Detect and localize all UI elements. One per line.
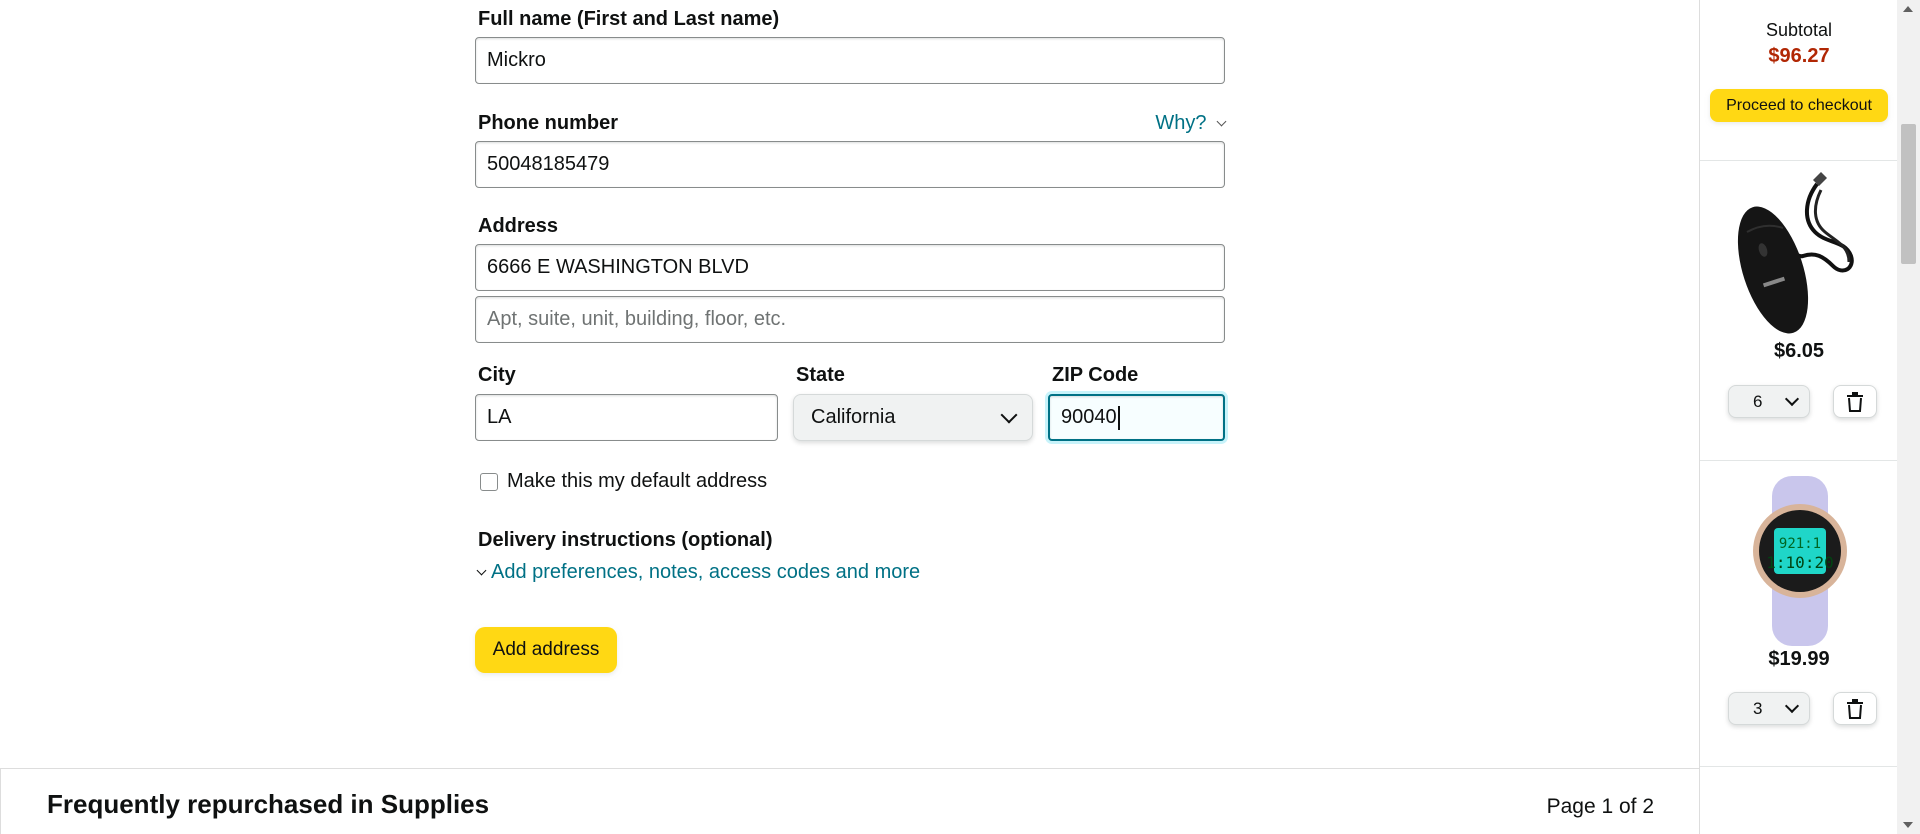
carousel-title: Frequently repurchased in Supplies [47, 789, 490, 819]
zip-label: ZIP Code [1052, 364, 1139, 386]
zip-value: 90040 [1061, 406, 1117, 428]
quantity-select[interactable]: 6 [1728, 385, 1810, 418]
trash-icon [1847, 698, 1863, 719]
city-input[interactable]: LA [475, 394, 778, 441]
repurchase-carousel: Frequently repurchased in Supplies Page … [0, 768, 1700, 834]
city-value: LA [487, 406, 512, 428]
watch-product-image[interactable]: 921:1 1:10:20 [1738, 476, 1862, 646]
divider [1700, 766, 1898, 767]
zip-input[interactable]: 90040 [1048, 394, 1225, 441]
chevron-down-icon [1216, 116, 1227, 127]
mouse-product-image[interactable] [1725, 170, 1875, 340]
item-price: $19.99 [1768, 648, 1830, 670]
delivery-link-text: Add preferences, notes, access codes and… [491, 561, 921, 583]
chevron-down-icon [1784, 391, 1800, 407]
full-name-value: Mickro [487, 49, 546, 71]
page-scrollbar[interactable] [1897, 0, 1920, 834]
text-caret [1117, 405, 1120, 430]
quantity-value: 6 [1753, 391, 1763, 411]
phone-label: Phone number [478, 112, 619, 134]
divider [1700, 460, 1898, 461]
item-price: $6.05 [1773, 340, 1825, 362]
address-line1-input[interactable]: 6666 E WASHINGTON BLVD [475, 244, 1225, 291]
city-label: City [478, 364, 516, 386]
default-address-checkbox[interactable] [480, 473, 498, 491]
subtotal-label: Subtotal [1765, 20, 1833, 40]
scroll-thumb[interactable] [1901, 124, 1916, 264]
why-link-text: Why? [1155, 112, 1207, 134]
trash-icon [1847, 391, 1863, 412]
quantity-value: 3 [1753, 698, 1763, 718]
add-address-label: Add address [492, 639, 600, 660]
state-value: California [811, 406, 896, 428]
delete-item-button[interactable] [1833, 692, 1877, 725]
svg-text:921:1: 921:1 [1779, 536, 1821, 552]
checkout-label: Proceed to checkout [1726, 96, 1872, 114]
proceed-to-checkout-button[interactable]: Proceed to checkout [1710, 89, 1888, 122]
chevron-down-icon [1000, 406, 1018, 423]
phone-value: 50048185479 [487, 153, 610, 175]
delivery-instructions-label: Delivery instructions (optional) [478, 529, 773, 551]
address-form-page: Full name (First and Last name) Mickro P… [0, 0, 1700, 834]
address-line1-value: 6666 E WASHINGTON BLVD [487, 256, 749, 278]
cart-sidebar: Subtotal $96.27 Proceed to checkout $6.0… [1699, 0, 1898, 834]
carousel-page-indicator: Page 1 of 2 [1546, 795, 1654, 818]
full-name-input[interactable]: Mickro [475, 37, 1225, 84]
add-address-button[interactable]: Add address [475, 627, 617, 673]
phone-input[interactable]: 50048185479 [475, 141, 1225, 188]
delivery-instructions-link[interactable]: Add preferences, notes, access codes and… [476, 561, 921, 584]
state-select[interactable]: California [793, 394, 1033, 441]
svg-text:1:10:20: 1:10:20 [1766, 553, 1833, 572]
chevron-down-icon [476, 565, 487, 576]
scroll-up-arrow-icon[interactable] [1903, 6, 1913, 12]
quantity-select[interactable]: 3 [1728, 692, 1810, 725]
address-line2-placeholder: Apt, suite, unit, building, floor, etc. [487, 308, 787, 330]
full-name-label: Full name (First and Last name) [478, 8, 780, 30]
scroll-down-arrow-icon[interactable] [1903, 822, 1913, 828]
delete-item-button[interactable] [1833, 385, 1877, 418]
subtotal-value: $96.27 [1768, 45, 1830, 67]
divider [1700, 160, 1898, 161]
address-line2-input[interactable]: Apt, suite, unit, building, floor, etc. [475, 296, 1225, 343]
chevron-down-icon [1784, 698, 1800, 714]
default-address-label: Make this my default address [507, 470, 768, 492]
address-label: Address [478, 215, 559, 237]
why-link[interactable]: Why? [1155, 112, 1227, 135]
state-label: State [796, 364, 845, 386]
